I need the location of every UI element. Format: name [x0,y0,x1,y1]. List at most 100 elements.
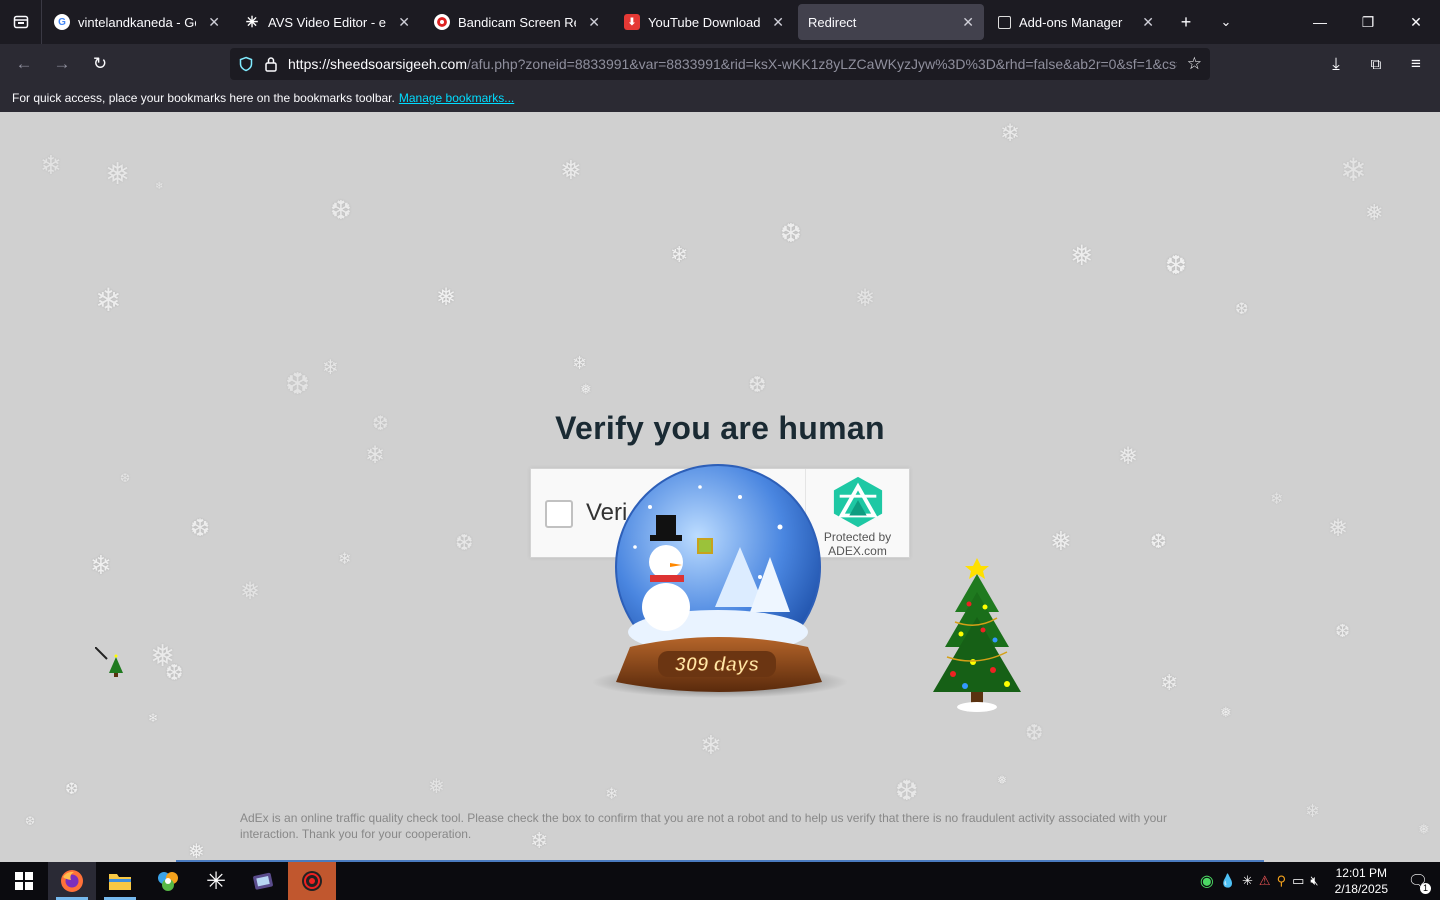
page-content: ❄ ❅ ❆ ❄ ❅ ❆ ❄ ❅ ❆ ❄ ❅ ❆ ❄ ❅ ❆ ❄ ❅ ❆ ❄ ❅ ❆ ❄ ❅ ❆ ❄ ❅ ❆ ❄ ❅ ❆ ❄ ❅ ❆ ❄ ❅ ❆ ❄ ❅ ❆ ❄… [0,112,1440,862]
tab-avs-video-editor[interactable]: ✳ AVS Video Editor - easy v ✕ [234,4,420,40]
network-warning-tray-icon[interactable]: ⚠ [1259,873,1271,889]
clock-date: 2/18/2025 [1334,882,1388,896]
snowflake-decoration-icon: ❆ [190,515,211,542]
snowflake-decoration-icon: ❄ [670,242,689,267]
start-button[interactable] [0,862,48,900]
lock-icon[interactable] [264,56,278,72]
taskbar-photos[interactable] [144,862,192,900]
minimize-button[interactable]: — [1296,0,1344,44]
taskbar-snowflake-app[interactable]: ✳ [192,862,240,900]
tab-youtube-downloader[interactable]: ⬇ YouTube Downloader - D ✕ [614,4,794,40]
green-circle-tray-icon[interactable]: ◉ [1200,871,1214,891]
snowflake-decoration-icon: ❅ [580,381,592,397]
url-path: /afu.php?zoneid=8833991&var=8833991&rid=… [467,56,1177,72]
url-bar[interactable]: https://sheedsoarsigeeh.com/afu.php?zone… [230,48,1210,80]
taskbar-file-explorer[interactable] [96,862,144,900]
tab-title: Add-ons Manager [1019,14,1123,30]
tab-title: Bandicam Screen Record [458,14,576,30]
downloads-button[interactable]: ⤓ [1318,48,1354,80]
snowflake-decoration-icon: ❄ [148,711,159,725]
bookmarks-hint: For quick access, place your bookmarks h… [12,91,395,105]
clock-time: 12:01 PM [1335,866,1387,880]
clock[interactable]: 12:01 PM 2/18/2025 [1335,865,1388,897]
minimize-icon: — [1313,14,1327,30]
tab-title: AVS Video Editor - easy v [268,14,387,30]
snowflake-decoration-icon: ❄ [1305,801,1321,821]
google-icon: G [54,14,70,30]
taskbar-video-editor[interactable] [240,862,288,900]
reload-button[interactable]: ↻ [82,48,118,80]
close-window-button[interactable]: ✕ [1392,0,1440,44]
close-tab-icon[interactable]: ✕ [398,14,410,31]
tab-title: YouTube Downloader - D [648,14,761,30]
snowflake-decoration-icon: ❅ [560,155,582,185]
forward-button[interactable]: → [44,48,80,80]
snowflake-decoration-icon: ❅ [105,158,131,191]
snowflake-decoration-icon: ❆ [780,218,802,248]
restore-icon: ❐ [1361,13,1375,30]
tab-strip: G vintelandkaneda - Googl ✕ ✳ AVS Video … [0,0,1440,44]
close-tab-icon[interactable]: ✕ [962,14,974,31]
globe-badge-text: 309 days [675,654,760,676]
bookmarks-toolbar: For quick access, place your bookmarks h… [0,84,1440,112]
list-all-tabs-button[interactable]: ⌄ [1206,0,1246,44]
tree-cursor-icon [94,646,123,677]
close-tab-icon[interactable]: ✕ [772,14,784,31]
file-explorer-icon [109,874,131,890]
snowflake-decoration-icon: ❅ [1220,704,1232,720]
download-icon: ⤓ [1332,54,1340,73]
close-tab-icon[interactable]: ✕ [1142,14,1154,31]
snowflake-decoration-icon: ❆ [455,530,474,555]
youtube-downloader-icon: ⬇ [624,14,640,30]
snowflake-decoration-icon: ❆ [330,195,352,225]
firefox-view-button[interactable] [0,0,42,44]
new-tab-button[interactable]: + [1166,0,1206,44]
tab-google[interactable]: G vintelandkaneda - Googl ✕ [44,4,230,40]
tracking-protection-shield-icon[interactable] [238,56,254,72]
droplet-tray-icon[interactable]: 💧 [1220,873,1236,889]
close-tab-icon[interactable]: ✕ [208,14,220,31]
taskbar-firefox[interactable] [48,862,96,900]
windows-start-icon [15,872,33,890]
manage-bookmarks-link[interactable]: Manage bookmarks... [399,91,514,105]
snowflake-decoration-icon: ❅ [1050,526,1072,556]
snowflake-decoration-icon: ❅ [1118,443,1139,470]
display-tray-icon[interactable]: ▭ [1292,873,1304,889]
snowflake-decoration-icon: ❅ [1365,200,1384,225]
restore-button[interactable]: ❐ [1344,0,1392,44]
close-icon: ✕ [1410,13,1422,30]
verify-checkbox[interactable] [545,500,573,528]
back-button[interactable]: ← [6,48,42,80]
snowflake-tray-icon[interactable]: ✳ [1242,873,1253,889]
addons-icon [998,15,1011,29]
search-tray-icon[interactable]: ⚲ [1277,873,1287,889]
snowflake-decoration-icon: ❅ [1328,515,1349,542]
extensions-button[interactable]: ⧉ [1358,48,1394,80]
tab-bandicam[interactable]: Bandicam Screen Record ✕ [424,4,610,40]
snowflake-decoration-icon: ❅ [436,284,457,311]
firefox-view-icon [13,15,28,29]
christmas-tree-decoration [925,552,1029,717]
snowflake-decoration-icon: ❄ [1160,670,1179,695]
volume-muted-icon[interactable]: 🔇︎ [1310,873,1318,889]
snowflake-decoration-icon: ❆ [1235,301,1249,318]
hamburger-menu-icon: ≡ [1411,54,1421,73]
url-text[interactable]: https://sheedsoarsigeeh.com/afu.php?zone… [288,56,1177,72]
snowflake-icon: ✳ [205,867,227,895]
taskbar-bandicam[interactable] [288,862,336,900]
reload-icon: ↻ [92,54,108,73]
tab-title: vintelandkaneda - Googl [78,14,196,30]
tab-addons-manager[interactable]: Add-ons Manager ✕ [988,4,1164,40]
notification-count: 1 [1420,883,1431,894]
photos-icon [158,872,178,891]
snowflake-decoration-icon: ❄ [90,550,112,580]
bandicam-icon [434,14,450,30]
action-center-button[interactable]: 🗨︎ 1 [1404,866,1432,896]
plus-icon: + [1180,11,1192,32]
bookmark-star-icon[interactable]: ☆ [1187,54,1202,74]
close-tab-icon[interactable]: ✕ [588,14,600,31]
tab-redirect[interactable]: Redirect ✕ [798,4,984,40]
app-menu-button[interactable]: ≡ [1398,48,1434,80]
snowflake-decoration-icon: ❄ [155,181,164,192]
page-title: Verify you are human [555,410,885,446]
